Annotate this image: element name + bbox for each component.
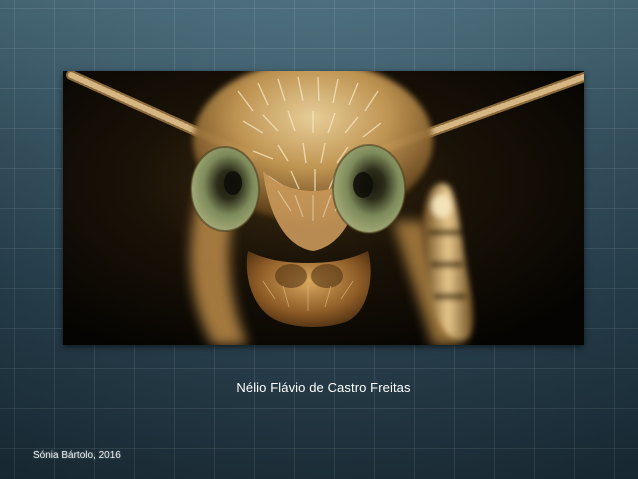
presentation-slide: Nélio Flávio de Castro Freitas Sónia Bár…: [0, 0, 638, 479]
photo-caption: Nélio Flávio de Castro Freitas: [236, 380, 411, 395]
insect-head-illustration: [63, 71, 584, 345]
insect-macro-photo: [63, 71, 584, 345]
slide-author-credit: Sónia Bártolo, 2016: [33, 450, 121, 461]
